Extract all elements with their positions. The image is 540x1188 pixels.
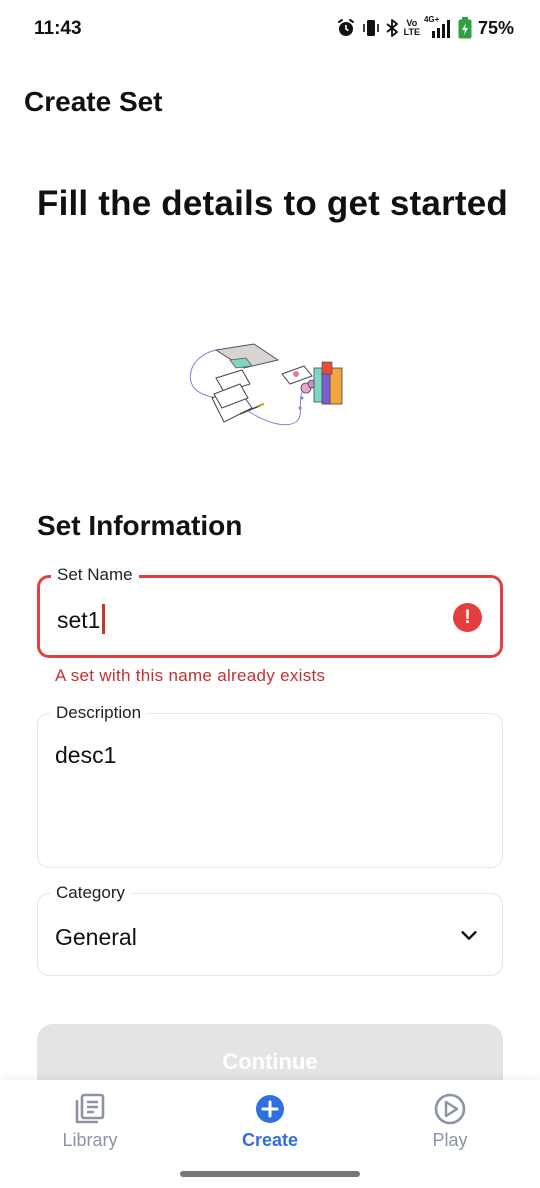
- category-label: Category: [50, 882, 131, 904]
- set-name-error: A set with this name already exists: [55, 666, 326, 685]
- nav-label-create: Create: [241, 1130, 299, 1150]
- battery-percent: 75%: [477, 17, 514, 38]
- description-field[interactable]: Description desc1: [37, 702, 503, 868]
- set-name-field[interactable]: Set Name set1 !: [37, 564, 503, 658]
- volte-icon: Vo LTE: [403, 18, 420, 37]
- section-title: Set Information: [37, 510, 243, 541]
- status-bar: 11:43 Vo LTE 4G+ 75%: [0, 0, 540, 60]
- nav-item-play[interactable]: Play: [360, 1092, 540, 1151]
- vibrate-icon: [362, 17, 380, 39]
- signal-icon: 4G+: [424, 15, 452, 39]
- status-icons: Vo LTE 4G+ 75%: [336, 15, 514, 39]
- nav-label-play: Play: [432, 1130, 468, 1150]
- status-time: 11:43: [34, 18, 82, 39]
- nav-item-create[interactable]: Create: [180, 1092, 360, 1151]
- bluetooth-icon: [386, 17, 398, 39]
- battery-icon: [458, 17, 472, 39]
- set-name-input[interactable]: set1: [57, 604, 105, 634]
- description-label: Description: [50, 702, 148, 724]
- page-title: Create Set: [24, 86, 163, 117]
- category-select[interactable]: Category General: [37, 882, 503, 976]
- nav-item-library[interactable]: Library: [0, 1092, 180, 1151]
- home-indicator[interactable]: [180, 1171, 360, 1177]
- set-name-value: set1: [57, 607, 101, 633]
- description-input[interactable]: desc1: [55, 742, 116, 769]
- play-circle-icon: [434, 1093, 466, 1125]
- set-name-label: Set Name: [51, 564, 139, 586]
- library-icon: [75, 1093, 105, 1124]
- alarm-icon: [336, 17, 356, 39]
- nav-label-library: Library: [62, 1130, 118, 1150]
- error-icon: !: [453, 603, 482, 632]
- category-value: General: [55, 924, 137, 950]
- hero-title: Fill the details to get started: [37, 184, 508, 223]
- chevron-down-icon: [461, 931, 477, 940]
- create-set-illustration: [189, 343, 343, 426]
- text-cursor: [102, 604, 105, 634]
- add-circle-icon: [256, 1095, 284, 1123]
